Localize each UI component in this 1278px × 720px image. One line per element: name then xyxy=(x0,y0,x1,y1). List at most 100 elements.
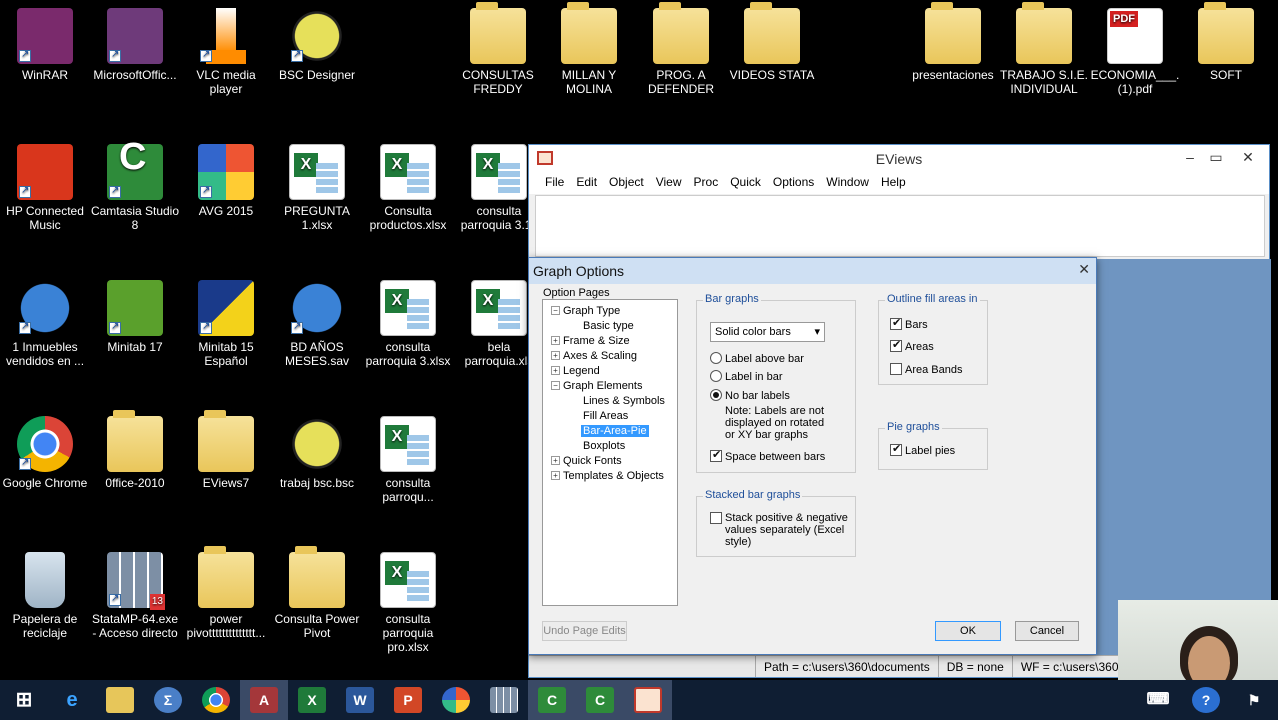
no-bar-labels-option[interactable]: No bar labels xyxy=(710,389,790,402)
tree-item-graph-type[interactable]: − Graph Type xyxy=(551,304,620,319)
collapse-icon[interactable]: − xyxy=(551,306,560,315)
label-pies-option[interactable]: Label pies xyxy=(890,442,955,457)
bars-checkbox[interactable] xyxy=(890,316,902,330)
taskbar-powerpoint[interactable]: P xyxy=(384,680,432,720)
label-above-radio[interactable] xyxy=(710,352,722,364)
desktop-file-consulta-parroqu[interactable]: consulta parroqu... xyxy=(363,416,453,504)
taskbar-access[interactable]: A xyxy=(240,680,288,720)
expand-icon[interactable]: + xyxy=(551,336,560,345)
outline-area-bands-option[interactable]: Area Bands xyxy=(890,363,962,376)
taskbar-camtasia[interactable]: C xyxy=(528,680,576,720)
menu-object[interactable]: Object xyxy=(603,172,650,194)
menu-edit[interactable]: Edit xyxy=(570,172,603,194)
taskbar-keyboard[interactable]: ⌨ xyxy=(1134,680,1182,720)
command-window[interactable] xyxy=(535,195,1265,257)
desktop-folder-consulta-power-pivot[interactable]: Consulta Power Pivot xyxy=(272,546,362,640)
close-icon[interactable]: ✕ xyxy=(1235,147,1261,167)
stack-separately-option[interactable]: Stack positive & negative values separat… xyxy=(710,512,850,548)
cancel-button[interactable]: Cancel xyxy=(1015,621,1079,641)
desktop-icon-bsc-designer[interactable]: BSC Designer xyxy=(272,8,362,82)
areas-checkbox[interactable] xyxy=(890,338,902,352)
outline-bars-option[interactable]: Bars xyxy=(890,316,928,331)
desktop-folder-consultas-freddy[interactable]: CONSULTAS FREDDY xyxy=(453,2,543,96)
eviews-titlebar[interactable]: EViews – ▭ ✕ xyxy=(529,145,1269,172)
ok-button[interactable]: OK xyxy=(935,621,1001,641)
desktop-folder-power-pivot[interactable]: power pivotttttttttttttt... xyxy=(181,546,271,640)
desktop-icon-vlc[interactable]: VLC media player xyxy=(181,8,271,96)
tree-item-fill-areas[interactable]: Fill Areas xyxy=(583,409,628,424)
desktop-file-economia-pdf[interactable]: PDF ECONOMIA___. (1).pdf xyxy=(1090,8,1180,96)
desktop-file-consulta-parroquia-3[interactable]: consulta parroquia 3.xlsx xyxy=(363,280,453,368)
desktop-icon-minitab15[interactable]: Minitab 15 Español xyxy=(181,280,271,368)
taskbar-excel[interactable]: X xyxy=(288,680,336,720)
taskbar-math[interactable]: Σ xyxy=(144,680,192,720)
tree-item-quick-fonts[interactable]: + Quick Fonts xyxy=(551,454,622,469)
tree-item-graph-elements[interactable]: − Graph Elements xyxy=(551,379,642,394)
tree-item-boxplots[interactable]: Boxplots xyxy=(583,439,625,454)
start-button[interactable]: ⊞ xyxy=(0,680,48,720)
desktop-icon-camtasia[interactable]: CCamtasia Studio 8 xyxy=(90,138,180,232)
expand-icon[interactable]: + xyxy=(551,366,560,375)
desktop-folder-office-2010[interactable]: 0ffice-2010 xyxy=(90,410,180,490)
desktop-icon-msoffice[interactable]: MicrosoftOffic... xyxy=(90,8,180,82)
menu-options[interactable]: Options xyxy=(767,172,820,194)
taskbar-word[interactable]: W xyxy=(336,680,384,720)
desktop-folder-soft[interactable]: SOFT xyxy=(1181,2,1271,82)
stack-separately-checkbox[interactable] xyxy=(710,512,722,524)
outline-areas-option[interactable]: Areas xyxy=(890,338,934,353)
desktop-folder-millan-y-molina[interactable]: MILLAN Y MOLINA xyxy=(544,2,634,96)
minimize-icon[interactable]: – xyxy=(1177,147,1203,167)
taskbar-ie[interactable]: e xyxy=(48,680,96,720)
menu-file[interactable]: File xyxy=(539,172,570,194)
desktop-icon-google-chrome[interactable]: Google Chrome xyxy=(0,416,90,490)
desktop-folder-presentaciones[interactable]: presentaciones xyxy=(908,2,998,82)
taskbar-paint[interactable] xyxy=(432,680,480,720)
desktop-folder-videos-stata[interactable]: VIDEOS STATA xyxy=(727,2,817,82)
desktop-file-consulta-productos[interactable]: Consulta productos.xlsx xyxy=(363,144,453,232)
menu-help[interactable]: Help xyxy=(875,172,912,194)
desktop-icon-recycle-bin[interactable]: Papelera de reciclaje xyxy=(0,552,90,640)
taskbar-chrome[interactable] xyxy=(192,680,240,720)
tree-item-lines-symbols[interactable]: Lines & Symbols xyxy=(583,394,665,409)
desktop-file-inmuebles[interactable]: 1 Inmuebles vendidos en ... xyxy=(0,280,90,368)
taskbar-eviews[interactable] xyxy=(624,680,672,720)
no-labels-radio[interactable] xyxy=(710,389,722,401)
taskbar-stata[interactable] xyxy=(480,680,528,720)
menu-view[interactable]: View xyxy=(650,172,688,194)
area-bands-checkbox[interactable] xyxy=(890,363,902,375)
bar-style-select[interactable]: Solid color bars xyxy=(710,322,825,342)
desktop-icon-minitab17[interactable]: Minitab 17 xyxy=(90,280,180,354)
expand-icon[interactable]: + xyxy=(551,456,560,465)
tree-item-legend[interactable]: + Legend xyxy=(551,364,600,379)
expand-icon[interactable]: + xyxy=(551,351,560,360)
desktop-icon-statamp[interactable]: 13StataMP-64.exe - Acceso directo xyxy=(90,552,180,640)
label-in-radio[interactable] xyxy=(710,370,722,382)
taskbar-camtasia-recorder[interactable]: C xyxy=(576,680,624,720)
desktop-file-bd-anos-meses[interactable]: BD AÑOS MESES.sav xyxy=(272,280,362,368)
dialog-close-icon[interactable]: ✕ xyxy=(1078,261,1090,278)
collapse-icon[interactable]: − xyxy=(551,381,560,390)
menu-window[interactable]: Window xyxy=(820,172,875,194)
label-in-bar-option[interactable]: Label in bar xyxy=(710,370,783,383)
dialog-titlebar[interactable]: Graph Options ✕ xyxy=(529,258,1096,284)
desktop-folder-prog-a-defender[interactable]: PROG. A DEFENDER xyxy=(636,2,726,96)
tree-item-bar-area-pie[interactable]: Bar-Area-Pie xyxy=(581,424,649,439)
desktop-icon-avg[interactable]: AVG 2015 xyxy=(181,144,271,218)
desktop-file-trabaj-bsc[interactable]: trabaj bsc.bsc xyxy=(272,416,362,490)
tree-item-axes-scaling[interactable]: + Axes & Scaling xyxy=(551,349,637,364)
space-between-bars-option[interactable]: Space between bars xyxy=(710,448,825,463)
desktop-folder-eviews7[interactable]: EViews7 xyxy=(181,410,271,490)
taskbar-help[interactable]: ? xyxy=(1182,680,1230,720)
desktop-file-consulta-parroquia-pro[interactable]: consulta parroquia pro.xlsx xyxy=(363,552,453,654)
tree-item-basic-type[interactable]: Basic type xyxy=(583,319,634,334)
desktop-file-pregunta1-xlsx[interactable]: PREGUNTA 1.xlsx xyxy=(272,144,362,232)
label-pies-checkbox[interactable] xyxy=(890,442,902,456)
menu-proc[interactable]: Proc xyxy=(688,172,725,194)
space-between-checkbox[interactable] xyxy=(710,448,722,462)
label-above-bar-option[interactable]: Label above bar xyxy=(710,352,804,365)
menu-quick[interactable]: Quick xyxy=(724,172,767,194)
maximize-icon[interactable]: ▭ xyxy=(1203,147,1229,167)
desktop-folder-trabajo-sie[interactable]: TRABAJO S.I.E. INDIVIDUAL xyxy=(999,2,1089,96)
expand-icon[interactable]: + xyxy=(551,471,560,480)
desktop-icon-winrar[interactable]: WinRAR xyxy=(0,8,90,82)
